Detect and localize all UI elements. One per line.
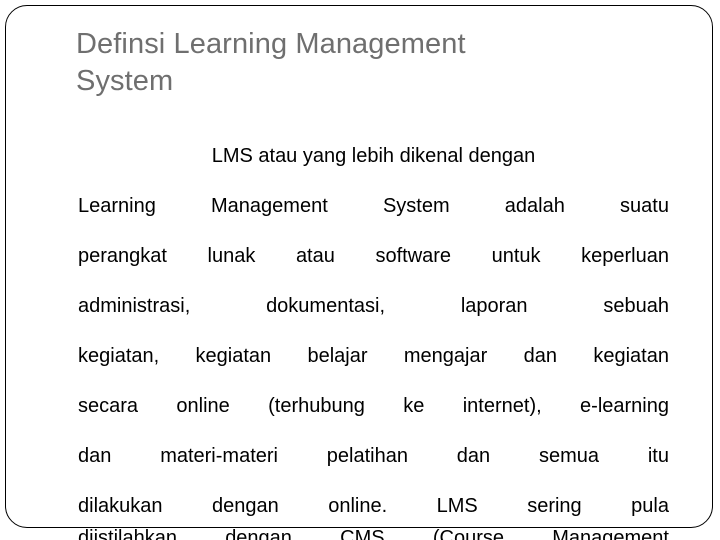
- body-word: Learning: [78, 195, 156, 217]
- body-line-4: administrasi, dokumentasi, laporan sebuah: [78, 281, 669, 331]
- body-word: administrasi,: [78, 295, 191, 317]
- body-line-9-clipped: diistilahkan dengan CMS (Course Management: [78, 528, 669, 540]
- slide-canvas: Definsi Learning Management System LMS a…: [0, 0, 720, 540]
- body-word: Management: [211, 195, 328, 217]
- body-word: dengan: [225, 528, 292, 540]
- page-title: Definsi Learning Management System: [76, 28, 466, 97]
- body-word: (terhubung: [268, 395, 365, 417]
- body-word: itu: [647, 445, 669, 467]
- body-line-8: dilakukan dengan online. LMS sering pula: [78, 481, 669, 531]
- body-word: dilakukan: [78, 495, 163, 517]
- body-word: online.: [328, 495, 388, 517]
- body-word: LMS: [436, 495, 478, 517]
- body-line-5: kegiatan, kegiatan belajar mengajar dan kegia…: [78, 331, 669, 381]
- body-word: materi-materi: [160, 445, 278, 467]
- body-word: CMS: [340, 528, 385, 540]
- body-word: kegiatan: [195, 345, 272, 367]
- body-word: dan: [456, 445, 491, 467]
- body-word: Management: [552, 528, 669, 540]
- body-word: dokumentasi,: [266, 295, 386, 317]
- body-placeholder[interactable]: LMS atau yang lebih dikenal dengan Learn…: [78, 131, 669, 531]
- body-word: kegiatan: [593, 345, 669, 367]
- body-word: untuk: [491, 245, 541, 267]
- body-word: semua: [538, 445, 600, 467]
- body-word: belajar: [307, 345, 368, 367]
- body-word: diistilahkan: [78, 528, 177, 540]
- body-word: sering: [527, 495, 582, 517]
- body-line-2: Learning Management System adalah suatu: [78, 181, 669, 231]
- body-word: ke: [403, 395, 425, 417]
- body-word: dan: [523, 345, 557, 367]
- body-word: dengan: [211, 495, 279, 517]
- body-word: mengajar: [403, 345, 488, 367]
- body-line-1: LMS atau yang lebih dikenal dengan: [78, 131, 669, 181]
- body-word: lunak: [207, 245, 256, 267]
- body-word: online: [176, 395, 230, 417]
- body-word: pelatihan: [326, 445, 408, 467]
- body-word: atau: [295, 245, 335, 267]
- body-word: adalah: [504, 195, 565, 217]
- body-word: suatu: [620, 195, 669, 217]
- body-word: perangkat: [78, 245, 167, 267]
- body-word: System: [382, 195, 450, 217]
- body-word: e-learning: [580, 395, 669, 417]
- body-line-7: dan materi-materi pelatihan dan semua itu: [78, 431, 669, 481]
- body-line-3: perangkat lunak atau software untuk keperluan: [78, 231, 669, 281]
- body-word: internet),: [462, 395, 542, 417]
- body-word: sebuah: [603, 295, 669, 317]
- body-word: keperluan: [581, 245, 669, 267]
- body-word: laporan: [460, 295, 528, 317]
- body-word: pula: [631, 495, 669, 517]
- body-word: dan: [78, 445, 112, 467]
- body-line-9-clipped-wrapper: diistilahkan dengan CMS (Course Management: [78, 528, 669, 540]
- body-line-6: secara online (terhubung ke internet), e-lear…: [78, 381, 669, 431]
- title-placeholder[interactable]: Definsi Learning Management System: [76, 26, 636, 100]
- body-word: (Course: [432, 528, 504, 540]
- body-word: secara: [78, 395, 139, 417]
- body-word: software: [375, 245, 452, 267]
- body-word: kegiatan,: [78, 345, 160, 367]
- body-line-1-text: LMS atau yang lebih dikenal dengan: [211, 145, 536, 167]
